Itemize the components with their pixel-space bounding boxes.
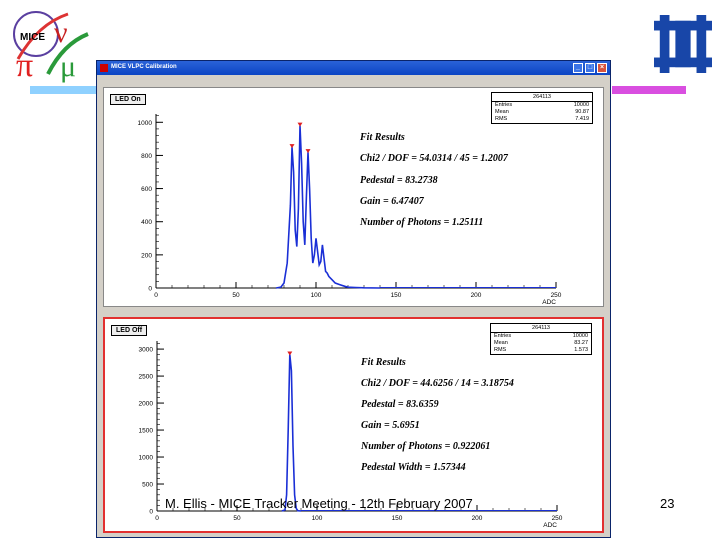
fit-gain: Gain = 5.6951 [361,420,420,431]
window-titlebar[interactable]: MICE VLPC Calibration _ □ × [97,61,610,75]
fit-pedestal: Pedestal = 83.2738 [360,175,438,186]
slide-footer: M. Ellis - MICE Tracker Meeting - 12th F… [165,496,473,511]
peak-marker [305,149,311,154]
led-off-stats-box: 264113 Entries 10000 Mean 83.27 RMS 1.573 [490,323,592,355]
y-tick-label: 0 [149,509,153,516]
svg-text:π: π [16,47,33,84]
fit-results-heading: Fit Results [361,357,406,368]
x-axis-label: ADC [543,522,557,529]
svg-text:ν: ν [54,16,68,49]
y-tick-label: 600 [141,186,152,193]
y-tick-label: 0 [148,286,152,293]
stats-row: Entries 10000 [494,333,588,339]
y-tick-label: 800 [141,153,152,160]
stats-title: 264113 [492,93,592,102]
stats-row: Mean 83.27 [494,340,588,346]
fit-photons: Number of Photons = 1.25111 [360,217,484,228]
fit-pedestal-width: Pedestal Width = 1.57344 [361,462,466,473]
x-tick-label: 50 [233,515,241,522]
x-tick-label: 0 [155,515,159,522]
histogram-line [281,354,302,512]
led-off-button[interactable]: LED Off [111,325,148,336]
fit-pedestal: Pedestal = 83.6359 [361,399,439,410]
x-axis-label: ADC [542,299,556,306]
y-tick-label: 1000 [138,120,153,127]
peak-marker [297,122,303,127]
x-tick-label: 150 [391,292,402,299]
y-tick-label: 2500 [139,374,154,381]
x-tick-label: 150 [392,515,403,522]
x-tick-label: 250 [551,292,562,299]
window-title: MICE VLPC Calibration [111,64,177,70]
y-tick-label: 3000 [139,347,154,354]
x-tick-label: 100 [312,515,323,522]
stats-row: RMS 1.573 [494,347,588,353]
x-tick-label: 200 [472,515,483,522]
y-tick-label: 2000 [139,401,154,408]
fit-photons: Number of Photons = 0.922061 [361,441,491,452]
svg-text:μ: μ [60,50,76,83]
y-tick-label: 400 [141,219,152,226]
stats-title: 264113 [491,324,591,333]
stats-row: Mean 90.87 [495,109,589,115]
fit-chi2: Chi2 / DOF = 54.0314 / 45 = 1.2007 [360,153,508,164]
app-icon [100,64,108,72]
x-tick-label: 250 [552,515,563,522]
close-icon[interactable]: × [597,63,607,73]
minimize-icon[interactable]: _ [573,63,583,73]
x-tick-label: 100 [311,292,322,299]
x-tick-label: 0 [154,292,158,299]
y-tick-label: 200 [141,252,152,259]
logo-text: MICE [20,32,45,43]
peak-marker [289,144,295,149]
y-tick-label: 500 [142,482,153,489]
calibration-window: MICE VLPC Calibration _ □ × 0 50 100 150 200… [96,60,611,538]
fit-results-heading: Fit Results [360,132,405,143]
peak-marker [287,351,293,356]
y-tick-label: 1000 [139,455,154,462]
mice-logo: MICE π ν μ [13,11,89,84]
led-on-panel: 0 50 100 150 200 250 0 200 400 600 800 1000 ADC LED … [103,87,604,307]
x-tick-label: 200 [471,292,482,299]
maximize-icon[interactable]: □ [585,63,595,73]
page-number: 23 [660,496,675,511]
decorative-bar-left [30,86,96,94]
y-tick-label: 1500 [139,428,154,435]
fermilab-logo [654,15,712,73]
fit-gain: Gain = 6.47407 [360,196,424,207]
x-tick-label: 50 [232,292,240,299]
decorative-bar-right [612,86,686,94]
fit-chi2: Chi2 / DOF = 44.6256 / 14 = 3.18754 [361,378,514,389]
stats-row: Entries 10000 [495,102,589,108]
led-on-stats-box: 264113 Entries 10000 Mean 90.87 RMS 7.419 [491,92,593,124]
led-on-button[interactable]: LED On [110,94,146,105]
stats-row: RMS 7.419 [495,116,589,122]
